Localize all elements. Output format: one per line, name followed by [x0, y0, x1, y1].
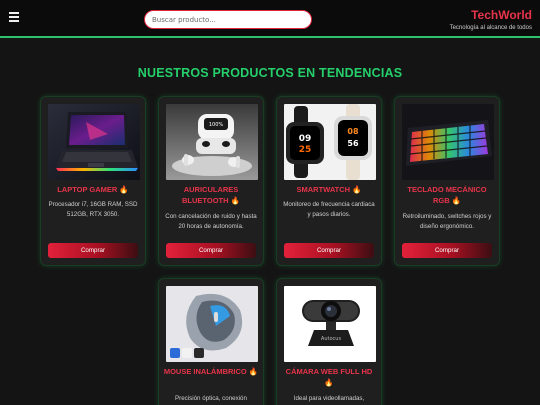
product-description: Retroiluminado, switches rojos y diseño …: [402, 213, 492, 230]
brand: TechWorld Tecnología al alcance de todos: [450, 8, 532, 31]
product-image-earbuds: 100%: [166, 104, 258, 180]
product-name: MOUSE INALÁMBRICO 🔥: [163, 367, 259, 376]
product-description: Procesador i7, 16GB RAM, SSD 512GB, RTX …: [48, 201, 138, 218]
hamburger-menu-icon[interactable]: [9, 12, 19, 22]
brand-tagline: Tecnología al alcance de todos: [449, 25, 532, 31]
svg-text:56: 56: [347, 139, 359, 148]
product-image-smartwatch: 09 25 08 56: [284, 104, 376, 180]
product-image-keyboard: [402, 104, 494, 180]
svg-text:08: 08: [347, 127, 359, 136]
buy-button[interactable]: Comprar: [166, 243, 256, 258]
product-card: 09 25 08 56 SMARTWATCH 🔥 Monitoreo de fr…: [276, 96, 382, 266]
product-name: SMARTWATCH 🔥: [296, 185, 362, 194]
svg-text:100%: 100%: [209, 122, 224, 128]
product-card: LAPTOP GAMER 🔥 Procesador i7, 16GB RAM, …: [40, 96, 146, 266]
product-card: 100% AURICULARES BLUETOOTH 🔥 Con cancela…: [158, 96, 264, 266]
product-name: TECLADO MECÁNICO RGB 🔥: [407, 185, 487, 205]
buy-button[interactable]: Comprar: [284, 243, 374, 258]
svg-text:Autocus: Autocus: [321, 336, 342, 342]
product-description: Precisión óptica, conexión: [175, 395, 247, 402]
product-card: Autocus CÁMARA WEB FULL HD 🔥 Ideal para …: [276, 278, 382, 405]
product-name: CÁMARA WEB FULL HD 🔥: [285, 367, 373, 387]
product-description: Ideal para videollamadas,: [293, 395, 365, 402]
product-card: MOUSE INALÁMBRICO 🔥 Precisión óptica, co…: [158, 278, 264, 405]
product-image-mouse: [166, 286, 258, 362]
product-name: AURICULARES BLUETOOTH 🔥: [182, 185, 240, 205]
svg-text:25: 25: [299, 145, 312, 155]
product-card: TECLADO MECÁNICO RGB 🔥 Retroiluminado, s…: [394, 96, 500, 266]
buy-button[interactable]: Comprar: [48, 243, 138, 258]
product-description: Monitoreo de frecuencia cardiaca y pasos…: [283, 201, 375, 218]
product-name: LAPTOP GAMER 🔥: [57, 185, 129, 194]
svg-text:09: 09: [299, 134, 312, 144]
product-image-webcam: Autocus: [284, 286, 376, 362]
site-header: TechWorld Tecnología al alcance de todos: [0, 0, 540, 38]
product-image-laptop: [48, 104, 140, 180]
section-title: NUESTROS PRODUCTOS EN TENDENCIAS: [137, 66, 403, 80]
product-description: Con cancelación de ruido y hasta 20 hora…: [165, 213, 257, 230]
brand-title[interactable]: TechWorld: [450, 8, 532, 22]
search-input[interactable]: [144, 10, 312, 29]
buy-button[interactable]: Comprar: [402, 243, 492, 258]
